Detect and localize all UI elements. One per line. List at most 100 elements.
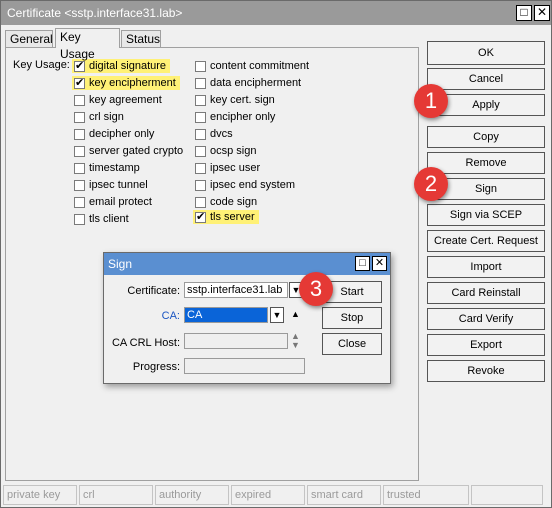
ca-crl-host-input[interactable] <box>184 333 288 349</box>
cancel-button[interactable]: Cancel <box>427 68 545 90</box>
collapse-up-icon[interactable]: ▲ <box>291 309 300 319</box>
checkbox-box[interactable] <box>74 128 85 140</box>
checkbox-label: ipsec tunnel <box>89 179 148 191</box>
checkbox-email-protect[interactable]: email protect <box>74 195 152 209</box>
checkbox-key-cert-sign[interactable]: key cert. sign <box>195 93 275 107</box>
checkbox-label: tls client <box>89 213 129 225</box>
checkbox-label: digital signature <box>89 60 167 72</box>
status-private-key: private key <box>3 485 77 505</box>
checkbox-ipsec-end-system[interactable]: ipsec end system <box>195 178 295 192</box>
checkbox-dvcs[interactable]: dvcs <box>195 127 233 141</box>
checkbox-code-sign[interactable]: code sign <box>195 195 257 209</box>
checkbox-ocsp-sign[interactable]: ocsp sign <box>195 144 256 158</box>
import-button[interactable]: Import <box>427 256 545 278</box>
certificate-select[interactable]: sstp.interface31.lab <box>184 282 288 298</box>
checkbox-box[interactable] <box>74 179 85 191</box>
sign-dialog-title: Sign <box>108 257 133 271</box>
sign-dialog: Sign □ ✕ Certificate: sstp.interface31.l… <box>103 252 391 384</box>
checkbox-label: decipher only <box>89 128 155 140</box>
close-button[interactable]: Close <box>322 333 382 355</box>
status-expired: expired <box>231 485 305 505</box>
window-title: Certificate <sstp.interface31.lab> <box>7 6 183 20</box>
card-verify-button[interactable]: Card Verify <box>427 308 545 330</box>
card-reinstall-button[interactable]: Card Reinstall <box>427 282 545 304</box>
status-trusted: trusted <box>383 485 469 505</box>
checkbox-label: data encipherment <box>210 77 302 89</box>
checkbox-box[interactable] <box>74 111 85 123</box>
checkbox-label: encipher only <box>210 111 276 123</box>
maximize-icon[interactable]: □ <box>355 256 370 271</box>
stop-button[interactable]: Stop <box>322 307 382 329</box>
checkbox-crl-sign[interactable]: crl sign <box>74 110 124 124</box>
checkbox-label: ipsec user <box>210 162 261 174</box>
ca-label: CA: <box>161 310 180 322</box>
close-icon[interactable]: ✕ <box>372 256 387 271</box>
tab-status[interactable]: Status <box>121 30 161 48</box>
checkbox-timestamp[interactable]: timestamp <box>74 161 140 175</box>
checkbox-box[interactable] <box>195 60 206 72</box>
checkbox-data-encipherment[interactable]: data encipherment <box>195 76 301 90</box>
checkbox-tls-server[interactable]: tls server <box>193 210 259 224</box>
ca-crl-host-label: CA CRL Host: <box>111 337 180 349</box>
checkbox-label: code sign <box>210 196 258 208</box>
checkbox-server-gated-crypto[interactable]: server gated crypto <box>74 144 183 158</box>
remove-button[interactable]: Remove <box>427 152 545 174</box>
checkbox-box[interactable] <box>195 128 206 140</box>
revoke-button[interactable]: Revoke <box>427 360 545 382</box>
checkbox-content-commitment[interactable]: content commitment <box>195 59 309 73</box>
progress-field <box>184 358 305 374</box>
certificate-label: Certificate: <box>127 285 180 297</box>
checkbox-box[interactable] <box>74 94 85 106</box>
checkbox-box[interactable] <box>195 94 206 106</box>
chevron-down-icon[interactable]: ▼ <box>270 307 284 323</box>
checkbox-label: ocsp sign <box>210 145 257 157</box>
checkbox-label: email protect <box>89 196 152 208</box>
checkbox-ipsec-user[interactable]: ipsec user <box>195 161 260 175</box>
checkbox-tls-client[interactable]: tls client <box>74 212 129 226</box>
checkbox-box[interactable] <box>74 145 85 157</box>
checkbox-box[interactable] <box>74 213 85 225</box>
maximize-icon[interactable]: □ <box>516 5 532 21</box>
checkbox-box[interactable] <box>195 196 206 208</box>
checkbox-box[interactable] <box>195 179 206 191</box>
checkbox-box[interactable] <box>74 162 85 174</box>
status-smart-card-key: smart card key <box>307 485 381 508</box>
tab-general[interactable]: General <box>5 30 53 48</box>
checkbox-key-encipherment[interactable]: key encipherment <box>72 76 180 90</box>
status-authority: authority <box>155 485 229 505</box>
checkbox-box[interactable] <box>74 196 85 208</box>
checkbox-label: dvcs <box>210 128 233 140</box>
step-marker-2: 2 <box>414 167 448 201</box>
step-marker-3: 3 <box>299 272 333 306</box>
window-titlebar[interactable]: Certificate <sstp.interface31.lab> □ ✕ <box>1 1 551 25</box>
progress-label: Progress: <box>132 361 180 373</box>
status-bar: private key crl authority expired smart … <box>3 485 551 508</box>
copy-button[interactable]: Copy <box>427 126 545 148</box>
checkbox-box[interactable] <box>195 77 206 89</box>
sign-via-scep-button[interactable]: Sign via SCEP <box>427 204 545 226</box>
ca-select[interactable]: CA <box>184 307 268 323</box>
sign-dialog-titlebar[interactable]: Sign □ ✕ <box>104 253 390 275</box>
checkbox-box[interactable] <box>74 76 85 89</box>
status-crl: crl <box>79 485 153 505</box>
export-button[interactable]: Export <box>427 334 545 356</box>
checkbox-key-agreement[interactable]: key agreement <box>74 93 162 107</box>
tab-key-usage[interactable]: Key Usage <box>55 28 120 61</box>
checkbox-label: key encipherment <box>89 77 176 89</box>
checkbox-decipher-only[interactable]: decipher only <box>74 127 154 141</box>
expand-down-icon[interactable]: ▼ <box>291 340 300 350</box>
checkbox-ipsec-tunnel[interactable]: ipsec tunnel <box>74 178 148 192</box>
checkbox-label: server gated crypto <box>89 145 184 157</box>
create-cert-request-button[interactable]: Create Cert. Request <box>427 230 545 252</box>
close-icon[interactable]: ✕ <box>534 5 550 21</box>
ok-button[interactable]: OK <box>427 41 545 65</box>
checkbox-box[interactable] <box>195 162 206 174</box>
step-marker-1: 1 <box>414 84 448 118</box>
checkbox-label: ipsec end system <box>210 179 295 191</box>
checkbox-box[interactable] <box>195 210 206 223</box>
checkbox-box[interactable] <box>195 111 206 123</box>
checkbox-label: crl sign <box>89 111 124 123</box>
checkbox-label: timestamp <box>89 162 140 174</box>
checkbox-box[interactable] <box>195 145 206 157</box>
checkbox-encipher-only[interactable]: encipher only <box>195 110 275 124</box>
